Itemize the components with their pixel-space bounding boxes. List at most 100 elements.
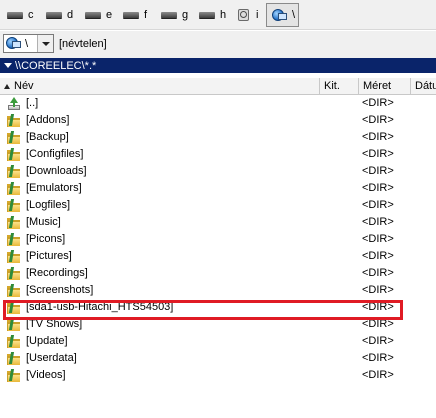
column-header-label: Dátu xyxy=(415,80,436,92)
file-size: <DIR> xyxy=(362,369,394,381)
folder-icon xyxy=(7,148,21,161)
list-item[interactable]: [..] <DIR> xyxy=(0,95,436,112)
file-size: <DIR> xyxy=(362,233,394,245)
folder-icon xyxy=(7,250,21,263)
drive-button-f[interactable]: f xyxy=(120,4,147,26)
drive-letter: e xyxy=(106,9,113,21)
file-size: <DIR> xyxy=(362,165,394,177)
file-size: <DIR> xyxy=(362,182,394,194)
hard-drive-icon xyxy=(6,9,24,21)
hard-drive-icon xyxy=(122,9,140,21)
file-size: <DIR> xyxy=(362,250,394,262)
file-size: <DIR> xyxy=(362,148,394,160)
column-header-label: Kit. xyxy=(324,80,340,92)
column-header-ext[interactable]: Kit. xyxy=(320,78,359,94)
drive-button-e[interactable]: e xyxy=(82,4,112,26)
file-name: [Music] xyxy=(26,216,61,228)
hard-drive-icon xyxy=(45,9,63,21)
file-name: [Pictures] xyxy=(26,250,72,262)
file-name: [Downloads] xyxy=(26,165,87,177)
list-item[interactable]: [Configfiles] <DIR> xyxy=(0,146,436,163)
folder-icon xyxy=(7,114,21,127)
list-item[interactable]: [Addons] <DIR> xyxy=(0,112,436,129)
list-item-highlighted[interactable]: [sda1-usb-Hitachi_HTS54503] <DIR> xyxy=(0,299,436,316)
list-item[interactable]: [Pictures] <DIR> xyxy=(0,248,436,265)
file-name: [Backup] xyxy=(26,131,69,143)
drive-letter: h xyxy=(220,9,227,21)
list-item[interactable]: [Picons] <DIR> xyxy=(0,231,436,248)
list-item[interactable]: [Userdata] <DIR> xyxy=(0,350,436,367)
column-header-date[interactable]: Dátu xyxy=(411,78,436,94)
list-item[interactable]: [Downloads] <DIR> xyxy=(0,163,436,180)
file-size: <DIR> xyxy=(362,267,394,279)
file-size: <DIR> xyxy=(362,97,394,109)
sort-ascending-icon xyxy=(4,83,10,89)
drive-letter: \ xyxy=(292,9,296,21)
file-size: <DIR> xyxy=(362,335,394,347)
file-name: [sda1-usb-Hitachi_HTS54503] xyxy=(26,301,174,313)
hard-drive-icon xyxy=(160,9,178,21)
file-list: [..] <DIR> [Addons] <DIR> [Backup] <DIR>… xyxy=(0,95,436,384)
drive-select-dropdown[interactable]: \ xyxy=(3,34,54,53)
list-item[interactable]: [Update] <DIR> xyxy=(0,333,436,350)
drive-letter: i xyxy=(256,9,259,21)
drive-button-d[interactable]: d xyxy=(43,4,73,26)
hard-drive-icon xyxy=(198,9,216,21)
list-item[interactable]: [Screenshots] <DIR> xyxy=(0,282,436,299)
folder-icon xyxy=(7,335,21,348)
column-header-label: Méret xyxy=(363,80,392,92)
folder-icon xyxy=(7,182,21,195)
file-name: [Update] xyxy=(26,335,68,347)
folder-icon xyxy=(7,352,21,365)
list-item[interactable]: [Emulators] <DIR> xyxy=(0,180,436,197)
file-name: [Picons] xyxy=(26,233,66,245)
drive-button-g[interactable]: g xyxy=(158,4,188,26)
drive-button-c[interactable]: c xyxy=(4,4,34,26)
folder-icon xyxy=(7,131,21,144)
file-name: [Emulators] xyxy=(26,182,82,194)
file-size: <DIR> xyxy=(362,284,394,296)
file-name: [TV Shows] xyxy=(26,318,83,330)
list-item[interactable]: [TV Shows] <DIR> xyxy=(0,316,436,333)
file-size: <DIR> xyxy=(362,301,394,313)
folder-icon xyxy=(7,267,21,280)
file-name: [Addons] xyxy=(26,114,70,126)
column-header-label: Név xyxy=(14,80,34,92)
folder-icon xyxy=(7,369,21,382)
folder-icon xyxy=(7,318,21,331)
list-item[interactable]: [Videos] <DIR> xyxy=(0,367,436,384)
drive-toolbar: c d e f g h i \ xyxy=(0,0,436,30)
folder-icon xyxy=(7,284,21,297)
path-bar: \ [névtelen] xyxy=(0,31,436,58)
drive-letter: d xyxy=(67,9,74,21)
current-path-header[interactable]: \\COREELEC\*.* xyxy=(0,58,436,73)
file-size: <DIR> xyxy=(362,131,394,143)
list-item[interactable]: [Logfiles] <DIR> xyxy=(0,197,436,214)
chevron-down-icon[interactable] xyxy=(37,35,53,52)
column-header-name[interactable]: Név xyxy=(0,78,320,94)
column-header-row: Név Kit. Méret Dátu xyxy=(0,78,436,95)
history-dropdown-icon[interactable] xyxy=(4,63,12,68)
file-name: [..] xyxy=(26,97,39,109)
file-size: <DIR> xyxy=(362,199,394,211)
drive-letter: c xyxy=(28,9,34,21)
file-size: <DIR> xyxy=(362,114,394,126)
drive-button-network[interactable]: \ xyxy=(266,3,300,27)
removable-drive-icon xyxy=(235,9,253,21)
file-name: [Configfiles] xyxy=(26,148,84,160)
folder-icon xyxy=(7,216,21,229)
current-path-text: \\COREELEC\*.* xyxy=(15,59,97,72)
folder-icon xyxy=(7,301,21,314)
list-item[interactable]: [Music] <DIR> xyxy=(0,214,436,231)
network-drive-icon xyxy=(270,8,288,21)
folder-icon xyxy=(7,165,21,178)
column-header-size[interactable]: Méret xyxy=(359,78,411,94)
drive-button-i[interactable]: i xyxy=(233,4,258,26)
list-item[interactable]: [Recordings] <DIR> xyxy=(0,265,436,282)
list-item[interactable]: [Backup] <DIR> xyxy=(0,129,436,146)
file-name: [Videos] xyxy=(26,369,66,381)
drive-button-h[interactable]: h xyxy=(196,4,226,26)
drive-letter: f xyxy=(144,9,148,21)
file-size: <DIR> xyxy=(362,352,394,364)
file-size: <DIR> xyxy=(362,216,394,228)
